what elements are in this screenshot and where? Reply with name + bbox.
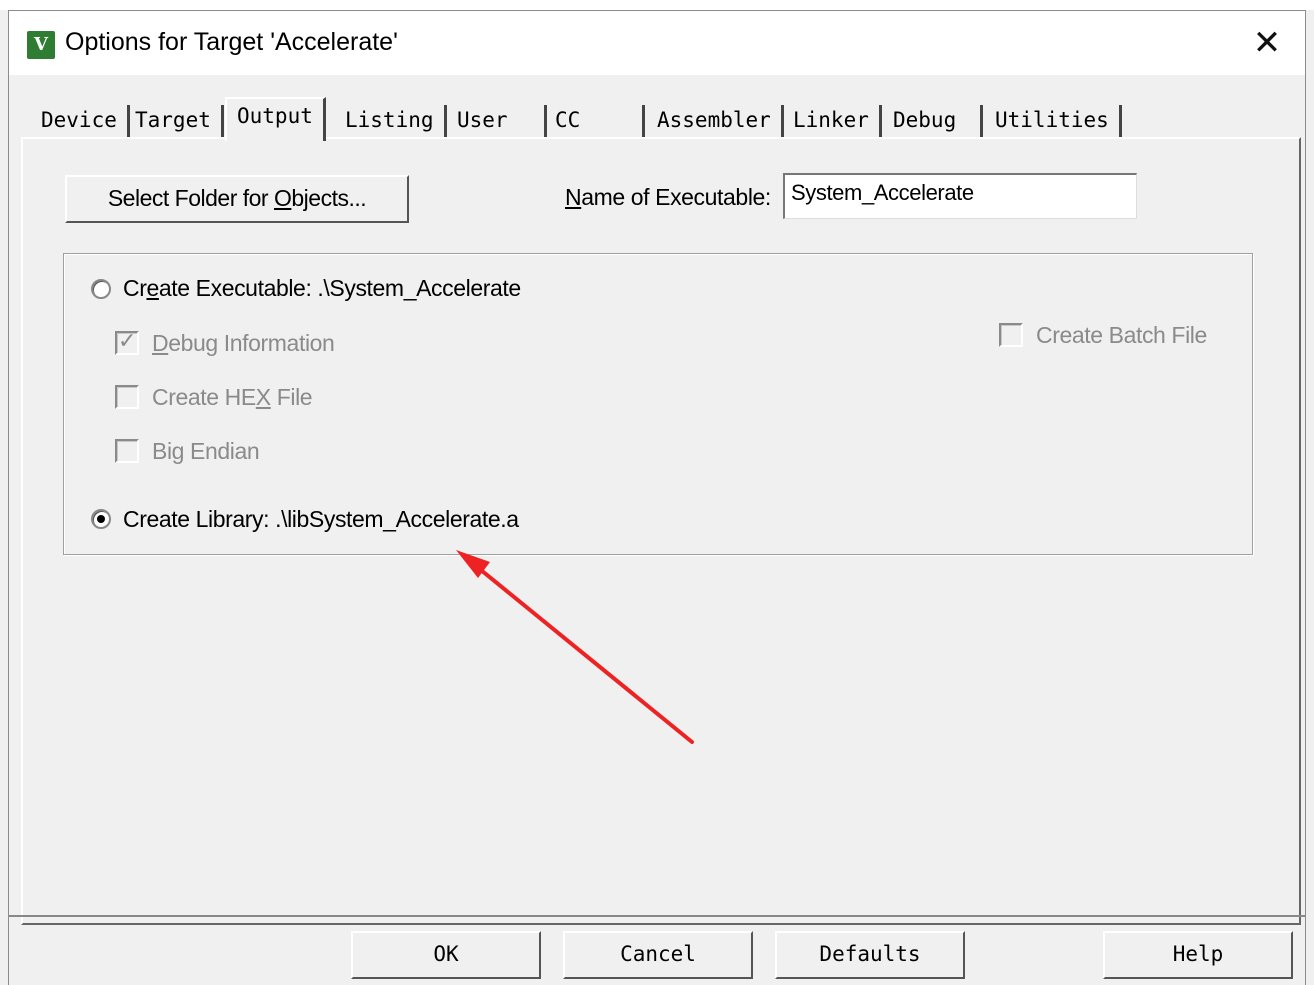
create-batch-file-label: Create Batch File [1036,322,1207,348]
tab-linker[interactable]: Linker [783,105,882,137]
title-bar: V Options for Target 'Accelerate' ✕ [9,11,1305,75]
create-batch-file-checkbox[interactable] [999,323,1023,347]
tab-output[interactable]: Output [225,97,326,141]
debug-information-label: Debug Information [152,330,335,357]
ok-button[interactable]: OK [351,931,541,979]
debug-hotkey: D [152,330,169,356]
create-executable-radio[interactable] [91,279,111,299]
hex-post: File [270,384,313,410]
tab-utilities[interactable]: Utilities [985,105,1122,137]
select-folder-label-pre: Select Folder for [107,185,274,211]
select-folder-hotkey: O [273,185,292,211]
tab-device[interactable]: Device [31,105,130,137]
tab-target[interactable]: Target [125,105,224,137]
create-executable-label[interactable]: Create Executable: .\System_Accelerate [123,275,521,302]
dialog-title: Options for Target 'Accelerate' [65,28,398,56]
endian-pre: Bi [152,438,172,464]
footer-separator [9,915,1305,917]
radio-selected-dot [97,515,105,523]
create-library-label[interactable]: Create Library: .\libSystem_Accelerate.a [123,506,519,533]
checkmark-icon: ✓ [118,329,137,354]
name-of-executable-input[interactable]: System_Accelerate [783,173,1137,219]
hex-hotkey: X [255,384,271,410]
tab-assembler[interactable]: Assembler [647,105,784,137]
select-folder-label-post: bjects... [291,185,367,211]
background-strip [0,0,1314,10]
uvision-app-icon: V [27,31,55,59]
tab-debug[interactable]: Debug [883,105,983,137]
endian-post: Endian [184,438,260,464]
name-hotkey: N [565,184,582,210]
name-label-post: ame of Executable: [581,184,771,210]
tab-listing[interactable]: Listing [335,105,447,137]
hex-pre: Create HE [152,384,256,410]
tab-user[interactable]: User [447,105,547,137]
create-exe-hotkey: e [146,275,159,301]
create-library-radio[interactable] [91,509,111,529]
create-exe-post: ate Executable: .\System_Accelerate [158,275,521,301]
name-of-executable-label: Name of Executable: [565,184,771,211]
defaults-button[interactable]: Defaults [775,931,965,979]
options-dialog: V Options for Target 'Accelerate' ✕ Devi… [8,10,1306,985]
create-hex-file-checkbox[interactable] [115,385,139,409]
create-hex-file-label: Create HEX File [152,384,313,411]
endian-hotkey: g [171,438,185,464]
debug-label-post: ebug Information [168,330,335,356]
debug-information-checkbox[interactable]: ✓ [115,329,139,355]
create-exe-pre: Cr [123,275,147,301]
big-endian-checkbox[interactable] [115,439,139,463]
select-folder-button[interactable]: Select Folder for Objects... [65,175,409,223]
help-button[interactable]: Help [1103,931,1293,979]
cancel-button[interactable]: Cancel [563,931,753,979]
close-icon[interactable]: ✕ [1247,23,1287,63]
tab-cc[interactable]: CC [545,105,645,137]
big-endian-label: Big Endian [152,438,260,465]
